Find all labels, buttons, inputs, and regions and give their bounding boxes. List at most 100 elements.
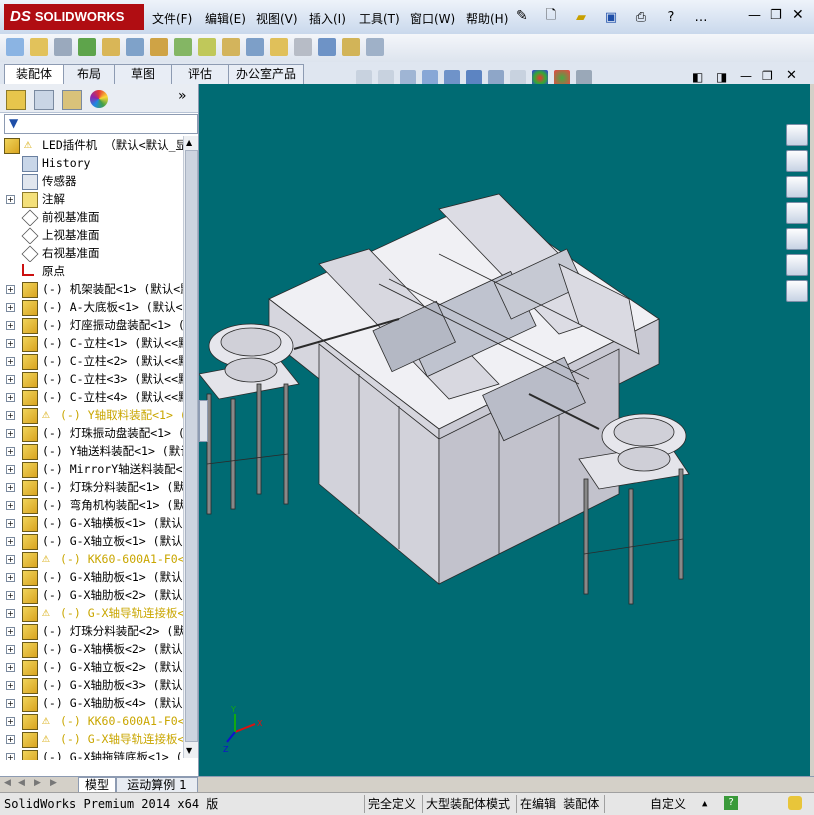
viewport-prev-icon[interactable]: ◧ bbox=[692, 70, 703, 84]
insert-component-icon[interactable] bbox=[6, 38, 24, 56]
scroll-down-icon[interactable]: ▼ bbox=[186, 746, 192, 755]
tree-item[interactable]: + (-) C-立柱<2> (默认<<默 bbox=[0, 352, 183, 370]
help-icon[interactable]: ? bbox=[660, 6, 682, 28]
view-palette-icon[interactable] bbox=[786, 228, 808, 250]
tab-scroll-prev-icon[interactable]: ◀ bbox=[18, 778, 25, 788]
tree-item[interactable]: + ⚠ (-) KK60-600A1-F0<2> bbox=[0, 712, 183, 730]
expand-toggle-icon[interactable]: + bbox=[6, 627, 15, 636]
custom-properties-icon[interactable] bbox=[786, 280, 808, 302]
move-component-icon[interactable] bbox=[102, 38, 120, 56]
more-options-icon[interactable]: … bbox=[690, 6, 712, 28]
expand-toggle-icon[interactable]: + bbox=[6, 321, 15, 330]
menu-file[interactable]: 文件(F) bbox=[152, 10, 192, 27]
menu-insert[interactable]: 插入(I) bbox=[309, 10, 346, 27]
tab-office-products[interactable]: 办公室产品 bbox=[228, 64, 304, 84]
expand-toggle-icon[interactable]: + bbox=[6, 555, 15, 564]
tree-item[interactable]: + (-) 机架装配<1> (默认<默 bbox=[0, 280, 183, 298]
feature-manager-tab-icon[interactable] bbox=[6, 90, 26, 110]
menu-tools[interactable]: 工具(T) bbox=[359, 10, 400, 27]
bill-of-materials-icon[interactable] bbox=[222, 38, 240, 56]
tree-item[interactable]: + (-) G-X轴肋板<2> (默认< bbox=[0, 586, 183, 604]
tree-item[interactable]: + (-) Y轴送料装配<1> (默认 bbox=[0, 442, 183, 460]
tree-item[interactable]: History bbox=[0, 154, 183, 172]
assembly-features-icon[interactable] bbox=[150, 38, 168, 56]
expand-toggle-icon[interactable]: + bbox=[6, 681, 15, 690]
expand-toggle-icon[interactable]: + bbox=[6, 411, 15, 420]
tree-item[interactable]: + ⚠ (-) G-X轴导轨连接板< bbox=[0, 604, 183, 622]
expand-toggle-icon[interactable]: + bbox=[6, 483, 15, 492]
tree-item[interactable]: + (-) C-立柱<3> (默认<<默 bbox=[0, 370, 183, 388]
expand-toggle-icon[interactable]: + bbox=[6, 573, 15, 582]
tree-item[interactable]: + (-) G-X轴立板<2> (默认< bbox=[0, 658, 183, 676]
file-explorer-icon[interactable] bbox=[786, 202, 808, 224]
panel-collapse-handle[interactable] bbox=[199, 400, 208, 442]
tree-item[interactable]: + ⚠ (-) Y轴取料装配<1> ( bbox=[0, 406, 183, 424]
menu-edit[interactable]: 编辑(E) bbox=[205, 10, 246, 27]
tree-item[interactable]: + ⚠ (-) KK60-600A1-F0<1> bbox=[0, 550, 183, 568]
units-dropdown-icon[interactable]: ▲ bbox=[702, 796, 707, 812]
expand-toggle-icon[interactable]: + bbox=[6, 393, 15, 402]
tree-item[interactable]: + (-) G-X轴肋板<1> (默认< bbox=[0, 568, 183, 586]
tree-item[interactable]: 原点 bbox=[0, 262, 183, 280]
design-library-icon[interactable] bbox=[786, 176, 808, 198]
tab-layout[interactable]: 布局 bbox=[63, 64, 115, 84]
viewport-next-icon[interactable]: ◨ bbox=[716, 70, 727, 84]
reference-geometry-icon[interactable] bbox=[174, 38, 192, 56]
scroll-up-icon[interactable]: ▲ bbox=[186, 138, 192, 147]
tree-item[interactable]: + (-) C-立柱<1> (默认<<默 bbox=[0, 334, 183, 352]
tree-item[interactable]: + (-) G-X轴肋板<4> (默认< bbox=[0, 694, 183, 712]
rebuild-status-icon[interactable] bbox=[788, 796, 802, 810]
tree-item[interactable]: + (-) A-大底板<1> (默认<< bbox=[0, 298, 183, 316]
new-document-icon[interactable]: 🗋 bbox=[540, 6, 562, 28]
quick-tips-icon[interactable]: ? bbox=[724, 796, 738, 810]
display-manager-tab-icon[interactable] bbox=[90, 90, 108, 108]
tree-filter-field[interactable]: ▼ bbox=[4, 114, 198, 134]
tab-assembly[interactable]: 装配体 bbox=[4, 64, 64, 85]
tree-item[interactable]: + (-) C-立柱<4> (默认<<默 bbox=[0, 388, 183, 406]
linear-pattern-icon[interactable] bbox=[54, 38, 72, 56]
explode-line-sketch-icon[interactable] bbox=[270, 38, 288, 56]
show-hidden-icon[interactable] bbox=[126, 38, 144, 56]
expand-toggle-icon[interactable]: + bbox=[6, 591, 15, 600]
property-manager-tab-icon[interactable] bbox=[34, 90, 54, 110]
expand-toggle-icon[interactable]: + bbox=[6, 429, 15, 438]
mate-icon[interactable] bbox=[30, 38, 48, 56]
minimize-window-icon[interactable]: — bbox=[748, 8, 761, 23]
expand-toggle-icon[interactable]: + bbox=[6, 519, 15, 528]
tree-item[interactable]: + (-) G-X轴横板<2> (默认< bbox=[0, 640, 183, 658]
solidworks-logo[interactable]: DS SOLIDWORKS bbox=[4, 4, 144, 30]
tree-item[interactable]: + (-) 灯座振动盘装配<1> ( bbox=[0, 316, 183, 334]
expand-toggle-icon[interactable]: + bbox=[6, 339, 15, 348]
tab-scroll-next-icon[interactable]: ▶ bbox=[34, 778, 41, 788]
tab-sketch[interactable]: 草图 bbox=[114, 64, 172, 84]
graphics-area[interactable]: X Y Z bbox=[198, 84, 810, 776]
tree-item[interactable]: 上视基准面 bbox=[0, 226, 183, 244]
open-folder-icon[interactable]: ▰ bbox=[570, 6, 592, 28]
expand-toggle-icon[interactable]: + bbox=[6, 537, 15, 546]
exploded-view-icon[interactable] bbox=[246, 38, 264, 56]
tree-item[interactable]: + (-) 灯珠分料装配<1> (默 bbox=[0, 478, 183, 496]
expand-toggle-icon[interactable]: + bbox=[6, 357, 15, 366]
expand-toggle-icon[interactable]: + bbox=[6, 501, 15, 510]
hole-alignment-icon[interactable] bbox=[342, 38, 360, 56]
expand-toggle-icon[interactable]: + bbox=[6, 465, 15, 474]
configuration-manager-tab-icon[interactable] bbox=[62, 90, 82, 110]
expand-toggle-icon[interactable]: + bbox=[6, 753, 15, 760]
tab-evaluate[interactable]: 评估 bbox=[171, 64, 229, 84]
tree-item[interactable]: + (-) 弯角机构装配<1> (默 bbox=[0, 496, 183, 514]
save-icon[interactable]: ▣ bbox=[600, 6, 622, 28]
tab-scroll-last-icon[interactable]: ▶ bbox=[50, 778, 57, 788]
tree-item[interactable]: + (-) G-X轴拖链底板<1> ( bbox=[0, 748, 183, 760]
expand-toggle-icon[interactable]: + bbox=[6, 717, 15, 726]
tree-scrollbar[interactable]: ▲ ▼ bbox=[183, 136, 198, 758]
expand-panel-icon[interactable]: » bbox=[178, 88, 187, 104]
viewport-minimize-icon[interactable]: — bbox=[740, 69, 752, 83]
tree-item[interactable]: 传感器 bbox=[0, 172, 183, 190]
appearances-icon[interactable] bbox=[786, 254, 808, 276]
units-selector[interactable]: 自定义 bbox=[650, 796, 686, 812]
tree-item[interactable]: + (-) 灯珠振动盘装配<1> ( bbox=[0, 424, 183, 442]
viewport-restore-icon[interactable]: ❐ bbox=[762, 69, 773, 83]
tree-item[interactable]: 前视基准面 bbox=[0, 208, 183, 226]
menu-window[interactable]: 窗口(W) bbox=[410, 10, 455, 27]
tab-scroll-first-icon[interactable]: ◀ bbox=[4, 778, 11, 788]
